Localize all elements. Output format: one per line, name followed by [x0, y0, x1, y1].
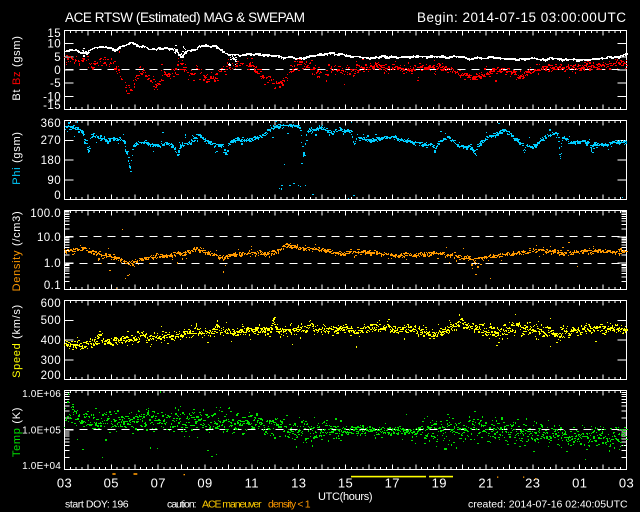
svg-text:10.0: 10.0 — [37, 232, 61, 244]
svg-text:start DOY: 196: start DOY: 196 — [65, 499, 129, 511]
svg-text:270: 270 — [41, 135, 61, 147]
svg-text:15: 15 — [338, 476, 353, 491]
svg-text:Density (/cm3): Density (/cm3) — [11, 211, 23, 292]
svg-text:Speed (km/s): Speed (km/s) — [11, 304, 23, 378]
svg-text:180: 180 — [41, 155, 61, 167]
svg-text:Temp (K): Temp (K) — [11, 407, 23, 457]
svg-text:Bt Bz (gsm): Bt Bz (gsm) — [11, 35, 23, 100]
svg-text:03: 03 — [57, 476, 72, 491]
svg-text:400: 400 — [41, 335, 61, 347]
svg-text:360: 360 — [41, 118, 61, 130]
svg-text:17: 17 — [385, 476, 400, 491]
svg-text:10: 10 — [47, 39, 61, 51]
svg-text:density < 1: density < 1 — [268, 499, 311, 511]
svg-text:1.0: 1.0 — [44, 258, 61, 270]
svg-text:ACE RTSW (Estimated) MAG & SWE: ACE RTSW (Estimated) MAG & SWEPAM — [65, 10, 305, 25]
svg-text:UTC(hours): UTC(hours) — [318, 491, 373, 503]
svg-text:07: 07 — [151, 476, 166, 491]
svg-text:0.1: 0.1 — [44, 280, 61, 292]
svg-text:caution:: caution: — [167, 499, 197, 511]
svg-text:ACE maneuver: ACE maneuver — [202, 499, 262, 511]
svg-text:21: 21 — [478, 476, 493, 491]
svg-text:05: 05 — [104, 476, 119, 491]
svg-text:19: 19 — [432, 476, 447, 491]
svg-text:100.0: 100.0 — [30, 208, 61, 220]
svg-text:13: 13 — [291, 476, 306, 491]
svg-text:0: 0 — [54, 190, 61, 202]
svg-text:600: 600 — [41, 298, 61, 310]
svg-text:90: 90 — [47, 175, 61, 187]
svg-text:1.0E+06: 1.0E+06 — [22, 389, 61, 400]
svg-text:5: 5 — [54, 52, 61, 64]
svg-text:03: 03 — [619, 476, 634, 491]
svg-text:300: 300 — [41, 355, 61, 367]
svg-text:Phi (gsm): Phi (gsm) — [11, 131, 23, 184]
svg-text:200: 200 — [41, 370, 61, 382]
svg-text:-5: -5 — [50, 78, 61, 90]
svg-text:11: 11 — [245, 476, 259, 491]
svg-text:1.0E+04: 1.0E+04 — [22, 461, 61, 472]
svg-text:created: 2014-07-16 02:40:05UT: created: 2014-07-16 02:40:05UTC — [468, 499, 628, 511]
svg-text:01: 01 — [572, 476, 587, 491]
svg-text:0: 0 — [54, 65, 61, 77]
svg-text:-15: -15 — [43, 100, 61, 112]
svg-text:Begin: 2014-07-15 03:00:00UTC: Begin: 2014-07-15 03:00:00UTC — [417, 10, 626, 25]
svg-text:09: 09 — [197, 476, 212, 491]
svg-text:23: 23 — [525, 476, 540, 491]
svg-text:500: 500 — [41, 315, 61, 327]
svg-text:1.0E+05: 1.0E+05 — [22, 426, 61, 437]
